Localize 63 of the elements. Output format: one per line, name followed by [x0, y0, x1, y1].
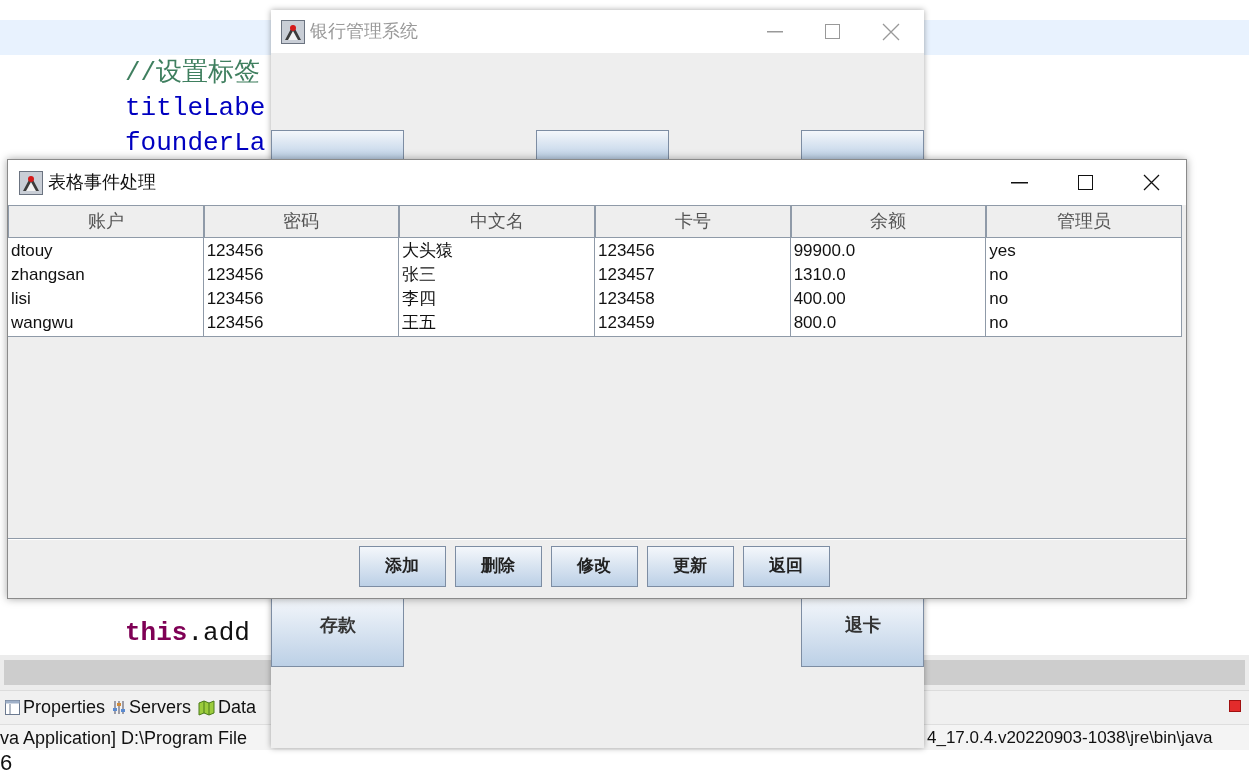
code-comment: //设置标签: [125, 57, 261, 88]
table-icon: [5, 700, 20, 715]
column-header[interactable]: 账户: [8, 205, 204, 238]
column-header[interactable]: 卡号: [595, 205, 791, 238]
table-cell: 大头猿: [399, 238, 595, 265]
table-cell: 123456: [595, 238, 791, 265]
table-cell: no: [986, 310, 1182, 337]
sliders-icon: [112, 700, 127, 715]
table-cell: 123456: [203, 262, 400, 289]
table-cell: 李四: [399, 286, 595, 313]
column-header[interactable]: 余额: [790, 205, 987, 238]
table-cell: zhangsan: [8, 262, 204, 289]
view-tab[interactable]: Servers: [129, 694, 192, 721]
table-cell: no: [986, 262, 1182, 289]
bank-button[interactable]: 退卡: [801, 597, 924, 667]
table-cell: wangwu: [8, 310, 204, 337]
table-cell: 400.00: [790, 286, 987, 313]
close-icon[interactable]: [1143, 174, 1160, 191]
stop-icon[interactable]: [1229, 700, 1241, 712]
code-line: titleLabe: [125, 92, 266, 123]
maximize-icon[interactable]: [1078, 175, 1093, 190]
bank-button[interactable]: 存款: [271, 597, 404, 667]
table-cell: dtouy: [8, 238, 204, 265]
bank-button[interactable]: [801, 130, 924, 159]
table-cell: 123456: [203, 286, 400, 313]
view-tab[interactable]: Properties: [23, 694, 106, 721]
table-cell: 123457: [595, 262, 791, 289]
window-title: 银行管理系统: [310, 20, 418, 43]
bank-button[interactable]: [536, 130, 669, 159]
map-icon: [198, 699, 216, 716]
table-cell: no: [986, 286, 1182, 313]
table-cell: yes: [986, 238, 1182, 265]
table-cell: lisi: [8, 286, 204, 313]
column-header[interactable]: 管理员: [986, 205, 1182, 238]
action-button[interactable]: 删除: [454, 545, 542, 587]
console-text: va Application] D:\Program File: [0, 727, 248, 750]
console-output: 6: [0, 749, 13, 777]
action-button[interactable]: 修改: [550, 545, 638, 587]
column-header[interactable]: 中文名: [399, 205, 595, 238]
table-cell: 123458: [595, 286, 791, 313]
minimize-icon[interactable]: [1011, 181, 1028, 184]
table-cell: 123459: [595, 310, 791, 337]
table-cell: 张三: [399, 262, 595, 289]
app-icon: [19, 170, 43, 195]
console-text: 4_17.0.4.v20220903-1038\jre\bin\java: [927, 727, 1213, 749]
action-button[interactable]: 更新: [646, 545, 734, 587]
app-icon: [281, 19, 305, 44]
action-button[interactable]: 添加: [358, 545, 446, 587]
table-cell: 99900.0: [790, 238, 987, 265]
view-tab[interactable]: Data: [218, 694, 257, 721]
code-line: this.add: [125, 617, 250, 648]
column-header[interactable]: 密码: [203, 205, 400, 238]
table-cell: 1310.0: [790, 262, 987, 289]
bank-button[interactable]: [271, 130, 404, 159]
code-line: founderLa: [125, 127, 266, 158]
table-cell: 王五: [399, 310, 595, 337]
window-title: 表格事件处理: [48, 171, 156, 194]
scrollbar-track[interactable]: [924, 660, 1245, 685]
table-cell: 123456: [203, 238, 400, 265]
action-button[interactable]: 返回: [742, 545, 830, 587]
table-cell: 123456: [203, 310, 400, 337]
table-cell: 800.0: [790, 310, 987, 337]
scrollbar-track[interactable]: [4, 660, 271, 685]
